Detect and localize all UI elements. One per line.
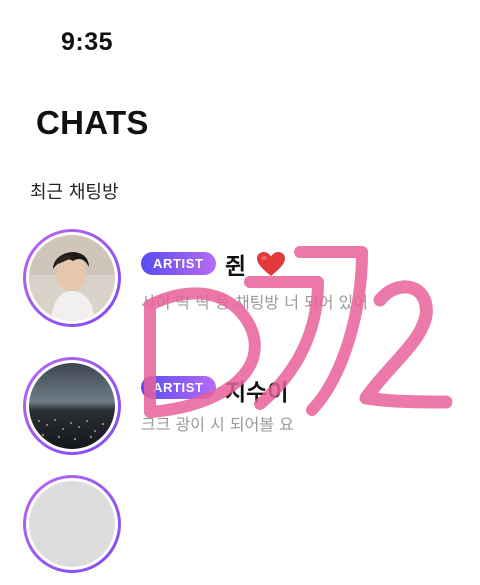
- chat-name: 쥔: [225, 247, 286, 283]
- red-heart-icon: [256, 251, 286, 283]
- avatar[interactable]: [23, 475, 121, 573]
- chat-list-item[interactable]: ARTIST 쥔 사이 딱 딱 동 채팅방 너 되어 있어: [0, 229, 480, 339]
- chat-preview: 사이 딱 딱 동 채팅방 너 되어 있어: [141, 293, 368, 312]
- avatar-photo: [29, 235, 115, 321]
- avatar-photo: [29, 363, 115, 449]
- chat-list-item[interactable]: ARTIST 지수이 크크 광이 시 되어볼 요: [0, 357, 480, 467]
- chat-name-text: 쥔: [225, 254, 247, 280]
- page-title: CHATS: [36, 104, 149, 141]
- artist-badge: ARTIST: [141, 252, 216, 275]
- avatar[interactable]: [23, 357, 121, 455]
- artist-badge: ARTIST: [141, 376, 216, 399]
- section-title: 최근 채팅방: [30, 182, 119, 203]
- chat-name: 지수이: [225, 373, 288, 407]
- chat-list-item[interactable]: [0, 475, 480, 585]
- chat-name-text: 지수이: [225, 380, 289, 406]
- chat-preview: 크크 광이 시 되어볼 요: [141, 415, 294, 434]
- status-time: 9:35: [61, 28, 114, 56]
- avatar[interactable]: [23, 229, 121, 327]
